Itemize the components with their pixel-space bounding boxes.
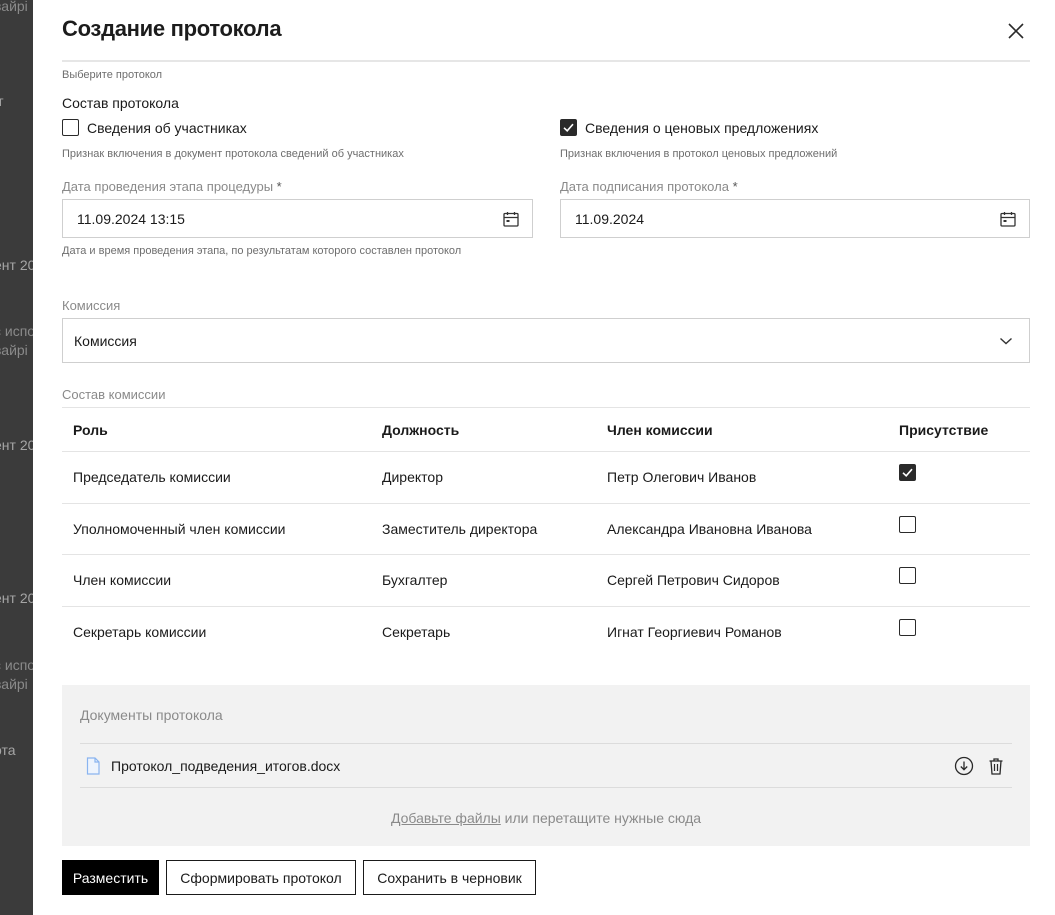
cell-role: Уполномоченный член комиссии: [73, 520, 286, 537]
protocol-hint: Выберите протокол: [62, 69, 163, 81]
bg-text: ент 20: [0, 437, 33, 453]
price-offers-label: Сведения о ценовых предложениях: [585, 119, 819, 136]
table-row: Секретарь комиссии Секретарь Игнат Георг…: [62, 605, 1030, 658]
checkmark-icon: [902, 468, 913, 477]
save-draft-button[interactable]: Сохранить в черновик: [363, 860, 536, 895]
stage-date-label: Дата проведения этапа процедуры *: [62, 179, 282, 194]
commission-label: Комиссия: [62, 298, 121, 313]
stage-date-field[interactable]: [62, 199, 533, 238]
modal-title: Создание протокола: [62, 16, 282, 41]
create-protocol-modal: Создание протокола Выберите протокол Сос…: [33, 0, 1055, 915]
sign-date-input[interactable]: [561, 200, 1029, 237]
price-offers-hint: Признак включения в протокол ценовых пре…: [560, 148, 838, 160]
chevron-down-icon[interactable]: [997, 332, 1015, 350]
header-role: Роль: [73, 421, 108, 438]
publish-button[interactable]: Разместить: [62, 860, 159, 895]
trash-icon[interactable]: [986, 756, 1006, 776]
table-row: Председатель комиссии Директор Петр Олег…: [62, 451, 1030, 503]
cell-role: Секретарь комиссии: [73, 623, 207, 640]
dropzone[interactable]: Добавьте файлы или перетащите нужные сюд…: [62, 810, 1030, 826]
required-mark: *: [732, 179, 738, 194]
commission-select-value: Комиссия: [74, 332, 137, 349]
protocol-select-edge[interactable]: [62, 60, 1030, 62]
cell-position: Бухгалтер: [382, 572, 448, 589]
bg-text: с испо: [0, 323, 33, 339]
price-offers-checkbox[interactable]: Сведения о ценовых предложениях: [560, 119, 818, 136]
file-name[interactable]: Протокол_подведения_итогов.docx: [111, 758, 340, 774]
cell-presence: [899, 452, 916, 503]
table-row: Уполномоченный член комиссии Заместитель…: [62, 502, 1030, 555]
sign-date-field[interactable]: [560, 199, 1030, 238]
cell-position: Директор: [382, 469, 443, 486]
checkbox-box[interactable]: [62, 119, 79, 136]
stage-date-label-text: Дата проведения этапа процедуры: [62, 179, 274, 194]
cell-presence: [899, 607, 916, 658]
cell-member: Петр Олегович Иванов: [607, 469, 757, 486]
members-title: Состав комиссии: [62, 387, 166, 402]
generate-protocol-button[interactable]: Сформировать протокол: [166, 860, 356, 895]
table-header-row: Роль Должность Член комиссии Присутствие: [62, 407, 1030, 451]
background-page: вайрі іт ент 20 с испо вайрі ент 20 ент …: [0, 0, 33, 915]
header-position: Должность: [382, 421, 460, 438]
cell-presence: [899, 504, 916, 555]
table-row: Член комиссии Бухгалтер Сергей Петрович …: [62, 554, 1030, 606]
calendar-icon[interactable]: [999, 210, 1017, 228]
cell-position: Секретарь: [382, 623, 451, 640]
file-item[interactable]: Протокол_подведения_итогов.docx: [80, 744, 1012, 788]
commission-select[interactable]: Комиссия: [62, 318, 1030, 363]
calendar-icon[interactable]: [502, 210, 520, 228]
cell-member: Александра Ивановна Иванова: [607, 520, 812, 537]
document-icon: [86, 757, 100, 775]
download-icon[interactable]: [954, 756, 974, 776]
participants-checkbox[interactable]: Сведения об участниках: [62, 119, 247, 136]
sign-date-label: Дата подписания протокола *: [560, 179, 738, 194]
cell-member: Сергей Петрович Сидоров: [607, 572, 780, 589]
documents-panel: Документы протокола Протокол_подведения_…: [62, 685, 1030, 846]
bg-text: вайрі: [0, 0, 28, 14]
documents-title: Документы протокола: [80, 707, 223, 723]
dropzone-text: или перетащите нужные сюда: [500, 810, 702, 826]
cell-member: Игнат Георгиевич Романов: [607, 623, 782, 640]
presence-checkbox[interactable]: [899, 567, 916, 584]
bg-text: вайрі: [0, 676, 28, 692]
cell-presence: [899, 555, 916, 606]
close-icon: [1008, 23, 1024, 39]
checkbox-box[interactable]: [560, 119, 577, 136]
add-files-link[interactable]: Добавьте файлы: [391, 810, 501, 826]
presence-checkbox[interactable]: [899, 515, 916, 533]
header-presence: Присутствие: [899, 421, 989, 438]
bg-text: іт: [0, 93, 4, 109]
stage-date-input[interactable]: [63, 200, 532, 237]
participants-label: Сведения об участниках: [87, 119, 247, 136]
close-button[interactable]: [1003, 18, 1029, 44]
file-actions: [954, 756, 1006, 776]
bg-text: ент 20: [0, 257, 33, 273]
bg-text: ота: [0, 742, 16, 758]
divider: [80, 787, 1012, 788]
presence-checkbox[interactable]: [899, 618, 916, 636]
bg-text: с испо: [0, 657, 33, 673]
members-table: Роль Должность Член комиссии Присутствие…: [62, 407, 1030, 657]
cell-position: Заместитель директора: [382, 520, 538, 537]
checkmark-icon: [563, 123, 574, 132]
bg-text: вайрі: [0, 342, 28, 358]
required-mark: *: [276, 179, 282, 194]
cell-role: Председатель комиссии: [73, 469, 231, 486]
stage-date-hint: Дата и время проведения этапа, по резуль…: [62, 245, 462, 257]
cell-role: Член комиссии: [73, 572, 172, 589]
sign-date-label-text: Дата подписания протокола: [560, 179, 729, 194]
bg-text: ент 20: [0, 590, 33, 606]
presence-checkbox[interactable]: [899, 464, 916, 481]
composition-title: Состав протокола: [62, 95, 179, 111]
header-member: Член комиссии: [607, 421, 713, 438]
participants-hint: Признак включения в документ протокола с…: [62, 148, 404, 160]
